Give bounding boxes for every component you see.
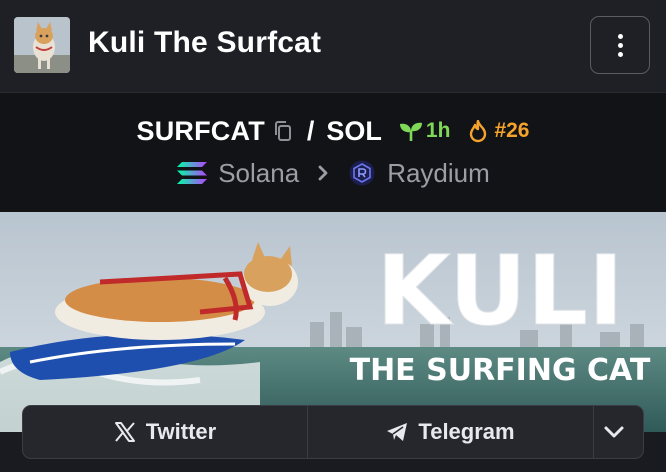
chain-name-link[interactable]: Solana (218, 158, 299, 189)
solana-icon (177, 162, 208, 184)
cat-avatar-image (14, 17, 70, 73)
quote-token-symbol: SOL (326, 115, 382, 146)
chevron-down-icon (604, 426, 623, 438)
twitter-link-button[interactable]: Twitter (23, 406, 308, 458)
pair-age: 1h (425, 119, 451, 142)
pair-info-panel: SURFCAT / SOL 1h #26 Solana Raydium (0, 92, 666, 212)
vertical-dots-icon (617, 33, 623, 57)
token-banner-image: KULI THE SURFING CAT (0, 212, 666, 432)
pair-age-badge: 1h (398, 119, 451, 143)
telegram-link-button[interactable]: Telegram (308, 406, 594, 458)
base-token-symbol: SURFCAT (136, 115, 265, 146)
banner-title: KULI (376, 235, 624, 347)
more-options-button[interactable] (590, 16, 650, 74)
surfing-cat-banner: KULI THE SURFING CAT (0, 212, 666, 432)
chevron-right-icon (318, 165, 328, 181)
social-links-bar: Twitter Telegram (22, 405, 644, 459)
x-twitter-icon (114, 422, 135, 442)
trending-rank-badge: #26 (468, 119, 529, 143)
banner-subtitle: THE SURFING CAT (350, 353, 651, 388)
copy-icon[interactable] (271, 119, 295, 143)
flame-icon (470, 119, 487, 142)
dex-name-link[interactable]: Raydium (387, 158, 490, 189)
token-name: Kuli The Surfcat (88, 26, 322, 59)
chain-breadcrumb: Solana Raydium (0, 155, 666, 191)
twitter-link-label: Twitter (145, 419, 217, 444)
telegram-link-label: Telegram (418, 419, 515, 444)
pair-row: SURFCAT / SOL 1h #26 (0, 113, 666, 149)
trending-rank: #26 (494, 119, 530, 142)
token-avatar (14, 17, 70, 73)
seedling-icon (399, 122, 422, 141)
telegram-icon (387, 423, 408, 441)
more-links-dropdown[interactable] (594, 406, 643, 458)
raydium-icon (349, 160, 375, 186)
pair-separator: / (306, 115, 315, 146)
token-header: Kuli The Surfcat (0, 0, 666, 92)
